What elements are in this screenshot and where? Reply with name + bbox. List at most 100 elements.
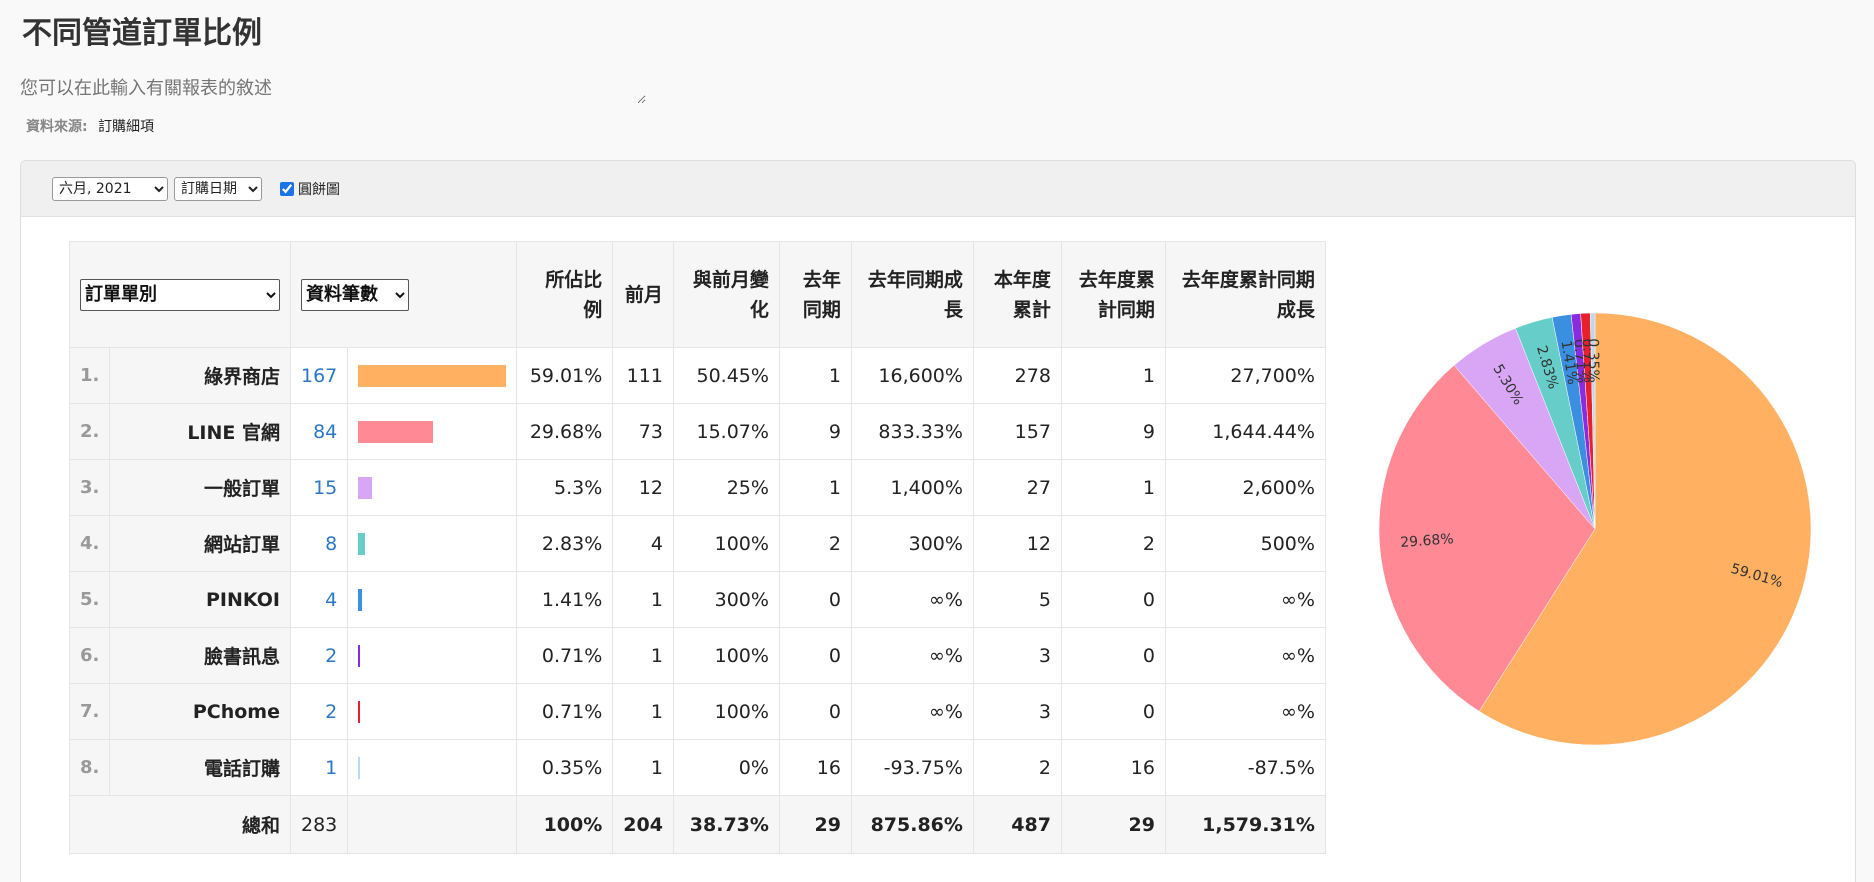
row-name: 網站訂單 — [109, 515, 291, 572]
row-prev-month: 1 — [612, 571, 674, 628]
row-last-year: 9 — [778, 403, 852, 460]
row-bar-cell — [347, 515, 518, 572]
row-yoy-growth: 1,400% — [850, 459, 974, 516]
row-yoy-growth: 833.33% — [850, 403, 974, 460]
row-ytd: 3 — [972, 627, 1062, 684]
row-prev-month: 4 — [612, 515, 674, 572]
pie-toggle[interactable]: 圓餅圖 — [280, 179, 340, 199]
row-ytd: 278 — [972, 347, 1062, 404]
row-name: 臉書訊息 — [109, 627, 291, 684]
row-count-link[interactable]: 4 — [289, 571, 349, 628]
data-source-label: 資料來源: — [26, 119, 88, 135]
row-mom-change: 300% — [672, 571, 780, 628]
row-count-link[interactable]: 1 — [289, 739, 349, 796]
row-count-link[interactable]: 2 — [289, 627, 349, 684]
row-bar — [358, 364, 507, 387]
row-prev-month: 1 — [612, 627, 674, 684]
row-bar-cell — [347, 683, 518, 740]
row-share: 1.41% — [516, 571, 614, 628]
row-count-link[interactable]: 2 — [289, 683, 349, 740]
row-mom-change: 100% — [672, 515, 780, 572]
total-share: 100% — [516, 795, 614, 854]
total-ytd: 487 — [972, 795, 1062, 854]
row-rank: 8. — [68, 739, 111, 796]
row-name: 電話訂購 — [109, 739, 291, 796]
date-field-select[interactable]: 訂購日期 — [174, 176, 262, 201]
description-input[interactable] — [20, 74, 646, 104]
row-ytd-growth: 500% — [1164, 515, 1326, 572]
row-last-year: 16 — [778, 739, 852, 796]
row-bar — [358, 476, 372, 499]
row-count-link[interactable]: 8 — [289, 515, 349, 572]
col-header-ytd: 本年度累計 — [972, 241, 1062, 348]
row-yoy-growth: ∞% — [850, 571, 974, 628]
row-share: 2.83% — [516, 515, 614, 572]
row-count-link[interactable]: 167 — [289, 347, 349, 404]
table-row: 3. 一般訂單 15 5.3% 12 25% 1 1,400% 27 1 2,600% — [68, 459, 1326, 516]
col-header-last-ytd: 去年度累計同期 — [1060, 241, 1166, 348]
data-source: 資料來源: 訂購細項 — [26, 116, 154, 136]
row-last-year: 2 — [778, 515, 852, 572]
row-prev-month: 1 — [612, 739, 674, 796]
total-last-year: 29 — [778, 795, 852, 854]
table-row: 4. 網站訂單 8 2.83% 4 100% 2 300% 12 2 500% — [68, 515, 1326, 572]
row-last-year: 1 — [778, 347, 852, 404]
table-row: 6. 臉書訊息 2 0.71% 1 100% 0 ∞% 3 0 ∞% — [68, 627, 1326, 684]
row-ytd: 27 — [972, 459, 1062, 516]
row-yoy-growth: ∞% — [850, 627, 974, 684]
month-select[interactable]: 六月, 2021 — [52, 176, 168, 201]
total-last-ytd: 29 — [1060, 795, 1166, 854]
row-name: LINE 官網 — [109, 403, 291, 460]
total-label: 總和 — [69, 795, 291, 854]
row-prev-month: 111 — [612, 347, 674, 404]
row-bar — [358, 420, 433, 443]
data-source-value: 訂購細項 — [98, 119, 155, 135]
row-mom-change: 15.07% — [672, 403, 780, 460]
col-header-mom-change: 與前月變化 — [672, 241, 780, 348]
pie-checkbox[interactable] — [280, 181, 294, 196]
row-name: PINKOI — [109, 571, 291, 628]
row-share: 59.01% — [516, 347, 614, 404]
row-ytd-growth: ∞% — [1164, 571, 1326, 628]
row-ytd-growth: ∞% — [1164, 683, 1326, 740]
row-yoy-growth: 16,600% — [850, 347, 974, 404]
row-count-link[interactable]: 15 — [289, 459, 349, 516]
row-yoy-growth: -93.75% — [850, 739, 974, 796]
report-panel: 六月, 2021 訂購日期 圓餅圖 訂單單別 資料筆數 所佔比例 前月 與前月變… — [20, 160, 1856, 882]
metric-select[interactable]: 資料筆數 — [301, 278, 409, 311]
row-bar-cell — [347, 739, 518, 796]
pie-slice-label: 0.35% — [1585, 338, 1601, 383]
row-bar — [358, 756, 361, 779]
row-ytd-growth: 1,644.44% — [1164, 403, 1326, 460]
table-row: 5. PINKOI 4 1.41% 1 300% 0 ∞% 5 0 ∞% — [68, 571, 1326, 628]
row-share: 29.68% — [516, 403, 614, 460]
row-last-year: 0 — [778, 571, 852, 628]
table-row: 2. LINE 官網 84 29.68% 73 15.07% 9 833.33% 157 9 1,6… — [68, 403, 1326, 460]
table-row: 7. PChome 2 0.71% 1 100% 0 ∞% 3 0 ∞% — [68, 683, 1326, 740]
row-name: 一般訂單 — [109, 459, 291, 516]
col-header-prev-month: 前月 — [612, 241, 674, 348]
page-title: 不同管道訂單比例 — [22, 16, 262, 51]
row-last-ytd: 0 — [1060, 571, 1166, 628]
row-name: PChome — [109, 683, 291, 740]
group-by-select[interactable]: 訂單單別 — [80, 278, 280, 311]
row-count-link[interactable]: 84 — [289, 403, 349, 460]
row-prev-month: 1 — [612, 683, 674, 740]
table-body: 1. 綠界商店 167 59.01% 111 50.45% 1 16,600% 278 1 27,7… — [68, 347, 1326, 854]
row-last-ytd: 0 — [1060, 627, 1166, 684]
row-last-year: 1 — [778, 459, 852, 516]
row-last-year: 0 — [778, 627, 852, 684]
total-count: 283 — [289, 795, 349, 854]
row-rank: 2. — [68, 403, 111, 460]
row-rank: 7. — [68, 683, 111, 740]
row-share: 0.71% — [516, 683, 614, 740]
filter-bar: 六月, 2021 訂購日期 圓餅圖 — [21, 161, 1855, 217]
row-rank: 4. — [68, 515, 111, 572]
row-bar-cell — [347, 403, 518, 460]
row-ytd-growth: 2,600% — [1164, 459, 1326, 516]
row-last-ytd: 2 — [1060, 515, 1166, 572]
row-bar-cell — [347, 571, 518, 628]
table-header-row: 訂單單別 資料筆數 所佔比例 前月 與前月變化 去年同期 去年同期成長 本年度累… — [69, 241, 1326, 348]
row-prev-month: 12 — [612, 459, 674, 516]
col-header-share: 所佔比例 — [516, 241, 614, 348]
